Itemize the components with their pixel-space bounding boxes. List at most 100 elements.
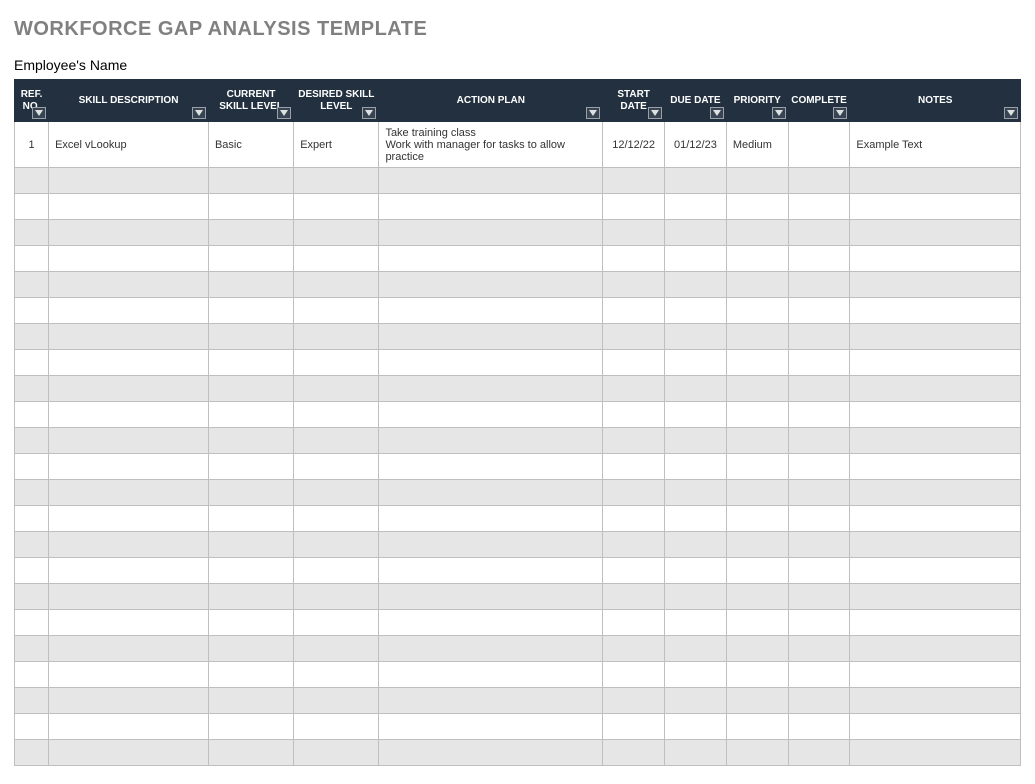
cell-notes[interactable] bbox=[850, 558, 1021, 584]
cell-notes[interactable] bbox=[850, 246, 1021, 272]
cell-desired[interactable] bbox=[294, 662, 379, 688]
cell-complete[interactable] bbox=[788, 714, 850, 740]
cell-complete[interactable] bbox=[788, 298, 850, 324]
cell-due[interactable] bbox=[665, 168, 727, 194]
cell-due[interactable] bbox=[665, 402, 727, 428]
cell-due[interactable] bbox=[665, 350, 727, 376]
cell-action[interactable] bbox=[379, 350, 603, 376]
cell-notes[interactable] bbox=[850, 610, 1021, 636]
cell-current[interactable] bbox=[208, 402, 293, 428]
cell-priority[interactable] bbox=[726, 740, 788, 766]
cell-desired[interactable] bbox=[294, 636, 379, 662]
cell-priority[interactable] bbox=[726, 636, 788, 662]
filter-dropdown-icon[interactable] bbox=[710, 107, 724, 119]
cell-priority[interactable] bbox=[726, 350, 788, 376]
cell-priority[interactable] bbox=[726, 506, 788, 532]
cell-ref[interactable] bbox=[15, 532, 49, 558]
cell-action[interactable] bbox=[379, 532, 603, 558]
cell-priority[interactable] bbox=[726, 688, 788, 714]
cell-start[interactable] bbox=[603, 402, 665, 428]
cell-start[interactable] bbox=[603, 324, 665, 350]
cell-desired[interactable] bbox=[294, 220, 379, 246]
cell-notes[interactable] bbox=[850, 480, 1021, 506]
cell-due[interactable] bbox=[665, 454, 727, 480]
cell-skill[interactable] bbox=[49, 402, 209, 428]
cell-notes[interactable] bbox=[850, 194, 1021, 220]
cell-skill[interactable] bbox=[49, 194, 209, 220]
cell-action[interactable] bbox=[379, 584, 603, 610]
cell-start[interactable] bbox=[603, 610, 665, 636]
cell-notes[interactable] bbox=[850, 584, 1021, 610]
cell-current[interactable] bbox=[208, 220, 293, 246]
cell-complete[interactable] bbox=[788, 194, 850, 220]
cell-start[interactable] bbox=[603, 194, 665, 220]
cell-notes[interactable] bbox=[850, 506, 1021, 532]
cell-ref[interactable] bbox=[15, 350, 49, 376]
cell-priority[interactable] bbox=[726, 324, 788, 350]
cell-current[interactable] bbox=[208, 350, 293, 376]
cell-start[interactable] bbox=[603, 350, 665, 376]
filter-dropdown-icon[interactable] bbox=[1004, 107, 1018, 119]
cell-current[interactable] bbox=[208, 662, 293, 688]
cell-skill[interactable] bbox=[49, 350, 209, 376]
cell-action[interactable] bbox=[379, 402, 603, 428]
cell-complete[interactable] bbox=[788, 610, 850, 636]
cell-due[interactable] bbox=[665, 194, 727, 220]
cell-action[interactable] bbox=[379, 220, 603, 246]
cell-ref[interactable] bbox=[15, 428, 49, 454]
cell-skill[interactable] bbox=[49, 584, 209, 610]
cell-priority[interactable] bbox=[726, 194, 788, 220]
cell-skill[interactable] bbox=[49, 376, 209, 402]
cell-ref[interactable] bbox=[15, 714, 49, 740]
cell-due[interactable]: 01/12/23 bbox=[665, 122, 727, 168]
cell-action[interactable] bbox=[379, 662, 603, 688]
cell-priority[interactable] bbox=[726, 428, 788, 454]
cell-ref[interactable] bbox=[15, 454, 49, 480]
cell-desired[interactable] bbox=[294, 428, 379, 454]
cell-notes[interactable] bbox=[850, 636, 1021, 662]
cell-desired[interactable] bbox=[294, 324, 379, 350]
cell-desired[interactable] bbox=[294, 532, 379, 558]
cell-current[interactable] bbox=[208, 714, 293, 740]
cell-ref[interactable] bbox=[15, 558, 49, 584]
cell-desired[interactable] bbox=[294, 376, 379, 402]
cell-priority[interactable] bbox=[726, 662, 788, 688]
cell-due[interactable] bbox=[665, 246, 727, 272]
cell-desired[interactable]: Expert bbox=[294, 122, 379, 168]
cell-complete[interactable] bbox=[788, 662, 850, 688]
cell-due[interactable] bbox=[665, 740, 727, 766]
cell-current[interactable]: Basic bbox=[208, 122, 293, 168]
cell-priority[interactable] bbox=[726, 610, 788, 636]
cell-priority[interactable]: Medium bbox=[726, 122, 788, 168]
cell-desired[interactable] bbox=[294, 584, 379, 610]
cell-ref[interactable] bbox=[15, 610, 49, 636]
cell-skill[interactable] bbox=[49, 246, 209, 272]
cell-action[interactable] bbox=[379, 246, 603, 272]
cell-complete[interactable] bbox=[788, 532, 850, 558]
cell-current[interactable] bbox=[208, 506, 293, 532]
cell-skill[interactable] bbox=[49, 272, 209, 298]
cell-ref[interactable] bbox=[15, 220, 49, 246]
cell-action[interactable] bbox=[379, 168, 603, 194]
cell-priority[interactable] bbox=[726, 220, 788, 246]
cell-skill[interactable] bbox=[49, 662, 209, 688]
cell-start[interactable] bbox=[603, 584, 665, 610]
filter-dropdown-icon[interactable] bbox=[586, 107, 600, 119]
cell-notes[interactable] bbox=[850, 168, 1021, 194]
cell-due[interactable] bbox=[665, 428, 727, 454]
cell-start[interactable] bbox=[603, 428, 665, 454]
cell-priority[interactable] bbox=[726, 532, 788, 558]
cell-current[interactable] bbox=[208, 454, 293, 480]
cell-start[interactable] bbox=[603, 376, 665, 402]
cell-desired[interactable] bbox=[294, 350, 379, 376]
cell-due[interactable] bbox=[665, 688, 727, 714]
cell-ref[interactable] bbox=[15, 506, 49, 532]
filter-dropdown-icon[interactable] bbox=[362, 107, 376, 119]
cell-start[interactable] bbox=[603, 272, 665, 298]
cell-notes[interactable] bbox=[850, 688, 1021, 714]
cell-current[interactable] bbox=[208, 168, 293, 194]
cell-action[interactable] bbox=[379, 740, 603, 766]
cell-start[interactable] bbox=[603, 480, 665, 506]
cell-priority[interactable] bbox=[726, 246, 788, 272]
cell-start[interactable] bbox=[603, 168, 665, 194]
